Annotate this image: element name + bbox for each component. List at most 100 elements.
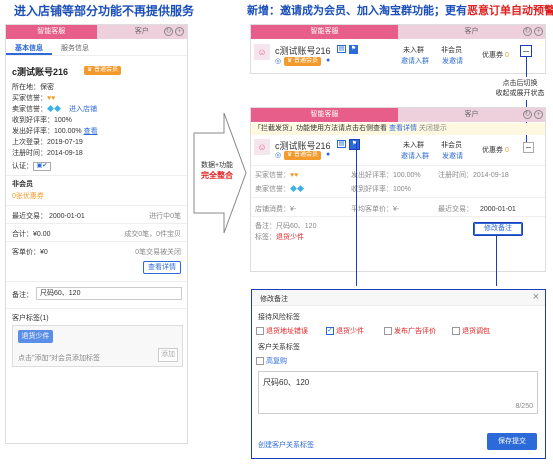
collapse-icon bbox=[523, 51, 529, 52]
location-value: 保密 bbox=[40, 84, 54, 91]
avg-price: 客单价：¥0 bbox=[12, 249, 48, 256]
checkbox-checked-icon[interactable]: ✓ bbox=[326, 327, 334, 336]
coupon-count: 0 bbox=[504, 147, 509, 154]
diamond-icon: ◆◆ bbox=[47, 106, 61, 113]
refresh-icon[interactable]: ↻ bbox=[523, 110, 532, 119]
add-tag-button[interactable]: 添加 bbox=[158, 348, 178, 362]
account-name: c测试账号216 bbox=[12, 67, 69, 77]
auth-id-icon: ▣✔ bbox=[33, 161, 51, 171]
received-rate: 收到好评率：100% bbox=[351, 186, 411, 193]
dialog-title: 修改备注 bbox=[260, 296, 288, 303]
checkbox-icon[interactable] bbox=[256, 357, 264, 366]
callout-line1: 点击后切换 bbox=[502, 80, 538, 87]
add-icon[interactable]: + bbox=[534, 110, 543, 119]
tag-value: 退货少件 bbox=[276, 234, 304, 241]
save-submit-button[interactable]: 保存提交 bbox=[487, 433, 537, 450]
received-rate: 收到好评率：100% bbox=[12, 117, 72, 124]
auth-label: 认证： bbox=[12, 163, 33, 170]
risk-option-2[interactable]: ✓ 退货少件 bbox=[326, 326, 364, 336]
flag-icon[interactable]: ⚑ bbox=[349, 139, 360, 150]
tab-customer[interactable]: 客户 bbox=[97, 25, 188, 39]
refresh-icon[interactable]: ↻ bbox=[164, 27, 173, 36]
heart-icon: ♥♥ bbox=[290, 172, 299, 179]
id-card-icon: ▤ bbox=[337, 140, 346, 148]
subtab-basic[interactable]: 基本信息 bbox=[6, 42, 52, 55]
id-card-icon: ▤ bbox=[337, 45, 346, 53]
note-textarea-value: 尺码60、120 bbox=[263, 378, 310, 387]
notice-detail-link[interactable]: 查看详情 bbox=[389, 125, 417, 132]
subtab-service[interactable]: 服务信息 bbox=[52, 42, 98, 55]
view-link[interactable]: 查看 bbox=[84, 128, 98, 135]
total-detail: 成交0笔，0件宝贝 bbox=[124, 231, 181, 238]
collapse-toggle[interactable] bbox=[523, 142, 534, 153]
tab-smart-service[interactable]: 智能客服 bbox=[251, 108, 398, 122]
note-textarea[interactable]: 尺码60、120 8/250 bbox=[258, 371, 538, 414]
nonmember-label: 非会员 bbox=[12, 181, 33, 188]
right-header: 新增：邀请成为会员、加入淘宝群功能；更有恶意订单自动预警 bbox=[247, 2, 553, 18]
diamond-icon: ◆◆ bbox=[290, 186, 304, 193]
relation-option[interactable]: 高复购 bbox=[256, 356, 287, 366]
seller-credit-row: 卖家信誉：◆◆ 进入店铺 bbox=[12, 104, 97, 114]
invite-group-link[interactable]: 邀请入群 bbox=[401, 56, 429, 66]
sticker-icon: ◎ bbox=[275, 152, 282, 159]
checkbox-icon[interactable] bbox=[452, 327, 460, 336]
left-subtabs: 基本信息 服务信息 bbox=[6, 42, 187, 56]
chat-icon: ● bbox=[326, 57, 331, 64]
buyer-credit-row: 买家信誉：♥♥ bbox=[12, 93, 55, 103]
note-input[interactable]: 尺码60、120 bbox=[36, 287, 182, 300]
enter-shop-link[interactable]: 进入店铺 bbox=[69, 106, 97, 113]
tab-smart-service[interactable]: 智能客服 bbox=[6, 25, 97, 39]
refresh-icon[interactable]: ↻ bbox=[523, 27, 532, 36]
risk-title: 接待风险标签 bbox=[258, 314, 300, 321]
group-status: 未入群 bbox=[403, 142, 424, 149]
middle-label: 数据+功能 完全整合 bbox=[198, 160, 236, 181]
sent-rate: 发出好评率：100.00% bbox=[351, 172, 421, 179]
detail-button[interactable]: 查看详情 bbox=[143, 261, 181, 274]
member-status: 非会员 bbox=[441, 47, 462, 54]
flag-icon[interactable]: ⚑ bbox=[349, 45, 358, 54]
recent-trade-date: 2000-01-01 bbox=[479, 206, 516, 213]
member-badge-text: 普通会员 bbox=[294, 58, 319, 64]
member-badge-text: 普通会员 bbox=[294, 152, 319, 158]
coupon-label: 优惠券 0 bbox=[482, 145, 509, 155]
coupon-label-text: 优惠券 bbox=[482, 52, 503, 59]
edit-note-button[interactable]: 修改备注 bbox=[473, 222, 523, 236]
checkbox-icon[interactable] bbox=[256, 327, 264, 336]
notice-close-link[interactable]: 关闭提示 bbox=[419, 125, 447, 132]
add-icon[interactable]: + bbox=[175, 27, 184, 36]
tab-smart-service[interactable]: 智能客服 bbox=[251, 25, 398, 39]
tag-return-short[interactable]: 退货少件 bbox=[18, 330, 53, 343]
risk-option-label: 退货地址错误 bbox=[266, 328, 308, 335]
tag-label: 标签： bbox=[255, 234, 276, 241]
left-tabbar: 智能客服 客户 ↻ + bbox=[6, 25, 187, 39]
coupon-label-text: 优惠券 bbox=[482, 147, 503, 154]
checkbox-icon[interactable] bbox=[384, 327, 392, 336]
char-counter: 8/250 bbox=[515, 403, 533, 410]
callout-line2: 收起或展开状态 bbox=[495, 90, 545, 97]
collapse-toggle[interactable] bbox=[520, 45, 532, 57]
right-header-text: 新增：邀请成为会员、加入淘宝群功能；更有 bbox=[247, 5, 467, 17]
sent-rate: 发出好评率：100.00% bbox=[12, 128, 82, 135]
shop-spend: 店铺消费：¥- bbox=[255, 206, 297, 213]
recent-trade: 最近交易： 2000-01-01 bbox=[12, 213, 85, 220]
left-panel: 智能客服 客户 ↻ + 基本信息 服务信息 c测试账号216 ♛ 普通会员 所在… bbox=[5, 24, 188, 444]
heart-icon: ♥♥ bbox=[47, 95, 56, 102]
member-status: 非会员 bbox=[441, 142, 462, 149]
risk-option-1[interactable]: 退货地址错误 bbox=[256, 326, 308, 336]
close-icon[interactable]: × bbox=[533, 291, 539, 303]
tag-row: 标签：退货少件 bbox=[255, 232, 304, 242]
risk-option-3[interactable]: 发布广告评价 bbox=[384, 326, 436, 336]
send-invite-link[interactable]: 发邀请 bbox=[442, 151, 463, 161]
create-tag-link[interactable]: 创建客户关系标签 bbox=[258, 440, 314, 450]
risk-option-4[interactable]: 退货调包 bbox=[452, 326, 490, 336]
buyer-credit-label: 买家信誉： bbox=[12, 95, 47, 102]
member-badge: ♛ 普通会员 bbox=[284, 57, 322, 66]
bottom-card-tabbar: 智能客服 客户 ↻ + bbox=[251, 108, 545, 122]
coupon-count: 0 bbox=[504, 52, 509, 59]
add-icon[interactable]: + bbox=[534, 27, 543, 36]
invite-group-link[interactable]: 邀请入群 bbox=[401, 151, 429, 161]
last-login: 上次登录：2019-07-19 bbox=[12, 139, 83, 146]
sticker-icon: ◎ bbox=[275, 58, 282, 65]
send-invite-link[interactable]: 发邀请 bbox=[442, 56, 463, 66]
relation-title: 客户关系标签 bbox=[258, 344, 300, 351]
